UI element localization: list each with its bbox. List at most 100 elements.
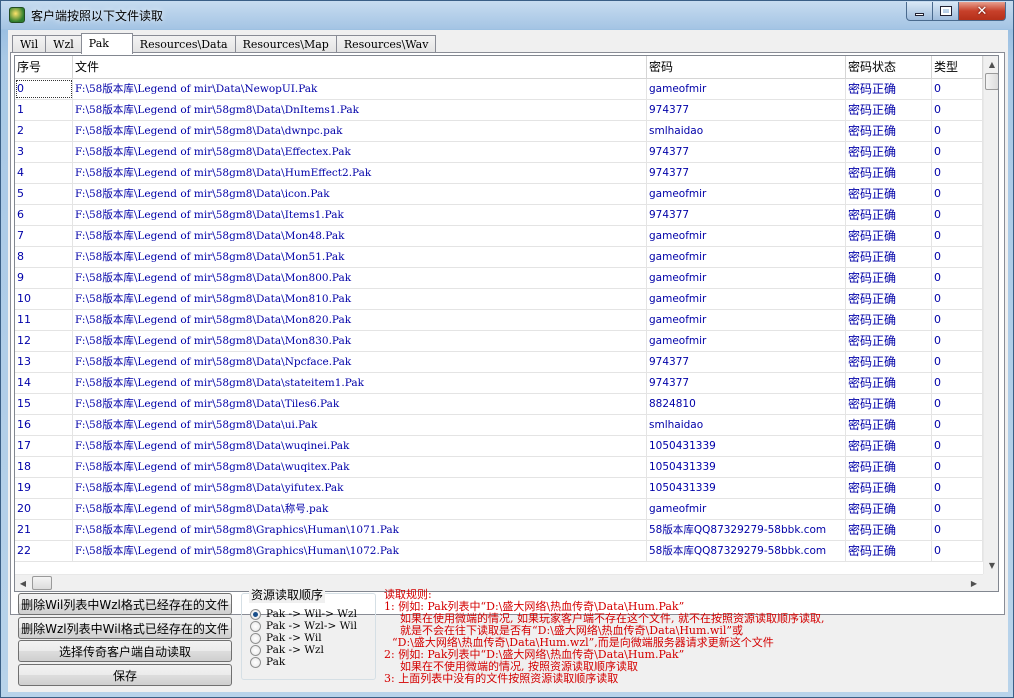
cell-password-status[interactable]: 密码正确 — [846, 79, 932, 99]
cell-password[interactable]: gameofmir — [647, 247, 846, 267]
cell-password[interactable]: 8824810 — [647, 394, 846, 414]
cell-password-status[interactable]: 密码正确 — [846, 310, 932, 330]
cell-password-status[interactable]: 密码正确 — [846, 289, 932, 309]
cell-password[interactable]: 974377 — [647, 163, 846, 183]
cell-index[interactable]: 17 — [15, 436, 73, 456]
cell-index[interactable]: 9 — [15, 268, 73, 288]
cell-password-status[interactable]: 密码正确 — [846, 247, 932, 267]
cell-password[interactable]: gameofmir — [647, 268, 846, 288]
tab-pak[interactable]: Pak — [80, 33, 133, 54]
radio-option-pak-wil-wzl[interactable]: Pak -> Wil-> Wzl — [250, 608, 357, 620]
cell-index[interactable]: 10 — [15, 289, 73, 309]
cell-index[interactable]: 1 — [15, 100, 73, 120]
table-row[interactable]: 21 F:\58版本库\Legend of mir\58gm8\Graphics\… — [15, 520, 983, 541]
radio-option-pak-wzl-wil[interactable]: Pak -> Wzl-> Wil — [250, 620, 357, 632]
cell-file[interactable]: F:\58版本库\Legend of mir\58gm8\Data\Mon830… — [73, 331, 647, 351]
column-header-index[interactable]: 序号 — [15, 56, 73, 78]
table-row[interactable]: 18 F:\58版本库\Legend of mir\58gm8\Data\wuqi… — [15, 457, 983, 478]
column-header-file[interactable]: 文件 — [73, 56, 647, 78]
cell-password[interactable]: smlhaidao — [647, 415, 846, 435]
table-row[interactable]: 17 F:\58版本库\Legend of mir\58gm8\Data\wuqi… — [15, 436, 983, 457]
tab-wil[interactable]: Wil — [12, 35, 47, 53]
radio-button[interactable] — [250, 644, 261, 656]
cell-type[interactable]: 0 — [932, 226, 983, 246]
cell-type[interactable]: 0 — [932, 121, 983, 141]
maximize-button[interactable] — [932, 2, 959, 21]
table-row[interactable]: 20 F:\58版本库\Legend of mir\58gm8\Data\称号.p… — [15, 499, 983, 520]
cell-password[interactable]: 58版本库QQ87329279-58bbk.com — [647, 520, 846, 540]
column-header-password-status[interactable]: 密码状态 — [846, 56, 932, 78]
cell-password[interactable]: gameofmir — [647, 499, 846, 519]
cell-file[interactable]: F:\58版本库\Legend of mir\58gm8\Data\Npcfac… — [73, 352, 647, 372]
table-row[interactable]: 12 F:\58版本库\Legend of mir\58gm8\Data\Mon8… — [15, 331, 983, 352]
scroll-up-icon[interactable]: ▲ — [984, 56, 998, 72]
cell-password[interactable]: 974377 — [647, 100, 846, 120]
cell-password[interactable]: 974377 — [647, 205, 846, 225]
cell-file[interactable]: F:\58版本库\Legend of mir\58gm8\Data\Mon48.… — [73, 226, 647, 246]
cell-type[interactable]: 0 — [932, 541, 983, 561]
delete-wzl-duplicates-button[interactable]: 删除Wzl列表中Wil格式已经存在的文件 — [18, 617, 232, 639]
cell-password-status[interactable]: 密码正确 — [846, 142, 932, 162]
table-row[interactable]: 0 F:\58版本库\Legend of mir\Data\NewopUI.Pak… — [15, 79, 983, 100]
cell-index[interactable]: 0 — [15, 79, 73, 99]
vertical-scroll-thumb[interactable] — [985, 73, 998, 90]
save-button[interactable]: 保存 — [18, 664, 232, 686]
cell-password[interactable]: 1050431339 — [647, 478, 846, 498]
cell-type[interactable]: 0 — [932, 289, 983, 309]
cell-password-status[interactable]: 密码正确 — [846, 121, 932, 141]
cell-type[interactable]: 0 — [932, 499, 983, 519]
cell-index[interactable]: 8 — [15, 247, 73, 267]
cell-file[interactable]: F:\58版本库\Legend of mir\58gm8\Data\wuqite… — [73, 457, 647, 477]
column-header-type[interactable]: 类型 — [932, 56, 983, 78]
cell-password-status[interactable]: 密码正确 — [846, 352, 932, 372]
cell-password[interactable]: gameofmir — [647, 184, 846, 204]
cell-index[interactable]: 3 — [15, 142, 73, 162]
cell-password-status[interactable]: 密码正确 — [846, 184, 932, 204]
tab-wzl[interactable]: Wzl — [45, 35, 82, 53]
cell-type[interactable]: 0 — [932, 415, 983, 435]
cell-file[interactable]: F:\58版本库\Legend of mir\58gm8\Data\HumEff… — [73, 163, 647, 183]
cell-file[interactable]: F:\58版本库\Legend of mir\58gm8\Data\DnItem… — [73, 100, 647, 120]
table-row[interactable]: 19 F:\58版本库\Legend of mir\58gm8\Data\yifu… — [15, 478, 983, 499]
horizontal-scroll-thumb[interactable] — [32, 576, 52, 590]
cell-password[interactable]: 974377 — [647, 142, 846, 162]
tab-resources-data[interactable]: Resources\Data — [131, 35, 236, 53]
radio-button[interactable] — [250, 656, 261, 668]
vertical-scrollbar[interactable]: ▲ ▼ — [983, 56, 998, 574]
scroll-left-icon[interactable]: ◀ — [15, 575, 31, 591]
cell-index[interactable]: 13 — [15, 352, 73, 372]
cell-password[interactable]: 1050431339 — [647, 457, 846, 477]
cell-index[interactable]: 2 — [15, 121, 73, 141]
table-row[interactable]: 5 F:\58版本库\Legend of mir\58gm8\Data\icon.… — [15, 184, 983, 205]
table-row[interactable]: 3 F:\58版本库\Legend of mir\58gm8\Data\Effec… — [15, 142, 983, 163]
table-row[interactable]: 2 F:\58版本库\Legend of mir\58gm8\Data\dwnpc… — [15, 121, 983, 142]
cell-password-status[interactable]: 密码正确 — [846, 100, 932, 120]
table-row[interactable]: 22 F:\58版本库\Legend of mir\58gm8\Graphics\… — [15, 541, 983, 562]
column-header-password[interactable]: 密码 — [647, 56, 846, 78]
cell-password[interactable]: gameofmir — [647, 79, 846, 99]
cell-file[interactable]: F:\58版本库\Legend of mir\58gm8\Data\statei… — [73, 373, 647, 393]
cell-password-status[interactable]: 密码正确 — [846, 436, 932, 456]
table-row[interactable]: 6 F:\58版本库\Legend of mir\58gm8\Data\Items… — [15, 205, 983, 226]
cell-index[interactable]: 14 — [15, 373, 73, 393]
cell-type[interactable]: 0 — [932, 163, 983, 183]
table-row[interactable]: 11 F:\58版本库\Legend of mir\58gm8\Data\Mon8… — [15, 310, 983, 331]
cell-password[interactable]: 58版本库QQ87329279-58bbk.com — [647, 541, 846, 561]
cell-password[interactable]: gameofmir — [647, 310, 846, 330]
cell-type[interactable]: 0 — [932, 100, 983, 120]
cell-type[interactable]: 0 — [932, 373, 983, 393]
cell-password-status[interactable]: 密码正确 — [846, 163, 932, 183]
cell-type[interactable]: 0 — [932, 478, 983, 498]
cell-index[interactable]: 22 — [15, 541, 73, 561]
radio-option-pak-wzl[interactable]: Pak -> Wzl — [250, 644, 324, 656]
table-row[interactable]: 9 F:\58版本库\Legend of mir\58gm8\Data\Mon80… — [15, 268, 983, 289]
cell-password[interactable]: 1050431339 — [647, 436, 846, 456]
cell-password[interactable]: 974377 — [647, 352, 846, 372]
cell-type[interactable]: 0 — [932, 184, 983, 204]
table-row[interactable]: 10 F:\58版本库\Legend of mir\58gm8\Data\Mon8… — [15, 289, 983, 310]
cell-password-status[interactable]: 密码正确 — [846, 415, 932, 435]
cell-index[interactable]: 6 — [15, 205, 73, 225]
cell-file[interactable]: F:\58版本库\Legend of mir\58gm8\Data\Items1… — [73, 205, 647, 225]
cell-index[interactable]: 12 — [15, 331, 73, 351]
cell-password-status[interactable]: 密码正确 — [846, 499, 932, 519]
